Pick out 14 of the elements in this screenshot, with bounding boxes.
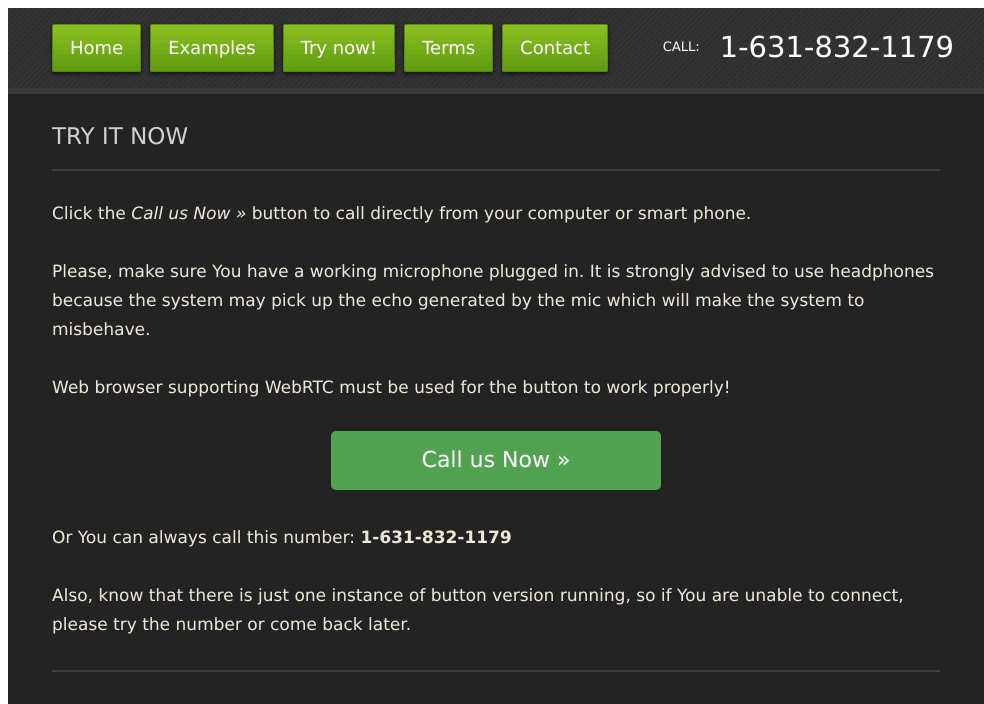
nav-button[interactable]: Contact [502,24,608,72]
paragraph: Web browser supporting WebRTC must be used for the button to work properly! [52,376,732,400]
paragraph: Please, make sure You have a working microphone plugged in. It is strongly advised to use headphones because the system may pick up the echo generated by the mic which will make the system to misbehave. [52,260,936,342]
nav-button[interactable]: Home [52,24,142,72]
paragraph: Also, know that there is just one instance of button version running, so if You are unable to connect, please try the number or come back later. [52,584,905,636]
paragraph: Click the Call us Now » button to call directly from your computer or smart phone. [52,202,752,226]
nav-button[interactable]: Terms [404,24,494,72]
nav-button[interactable]: Examples [150,24,274,72]
nav-button[interactable]: Try now! [282,24,396,72]
call-us-now-button[interactable]: Call us Now » [331,430,661,490]
section-title: TRY IT NOW [52,94,940,170]
paragraph: Or You can always call this number: 1-631-832-1179 [52,526,513,550]
phone-number: 1-631-832-1179 [720,29,954,66]
call-label: CALL: [662,39,700,58]
